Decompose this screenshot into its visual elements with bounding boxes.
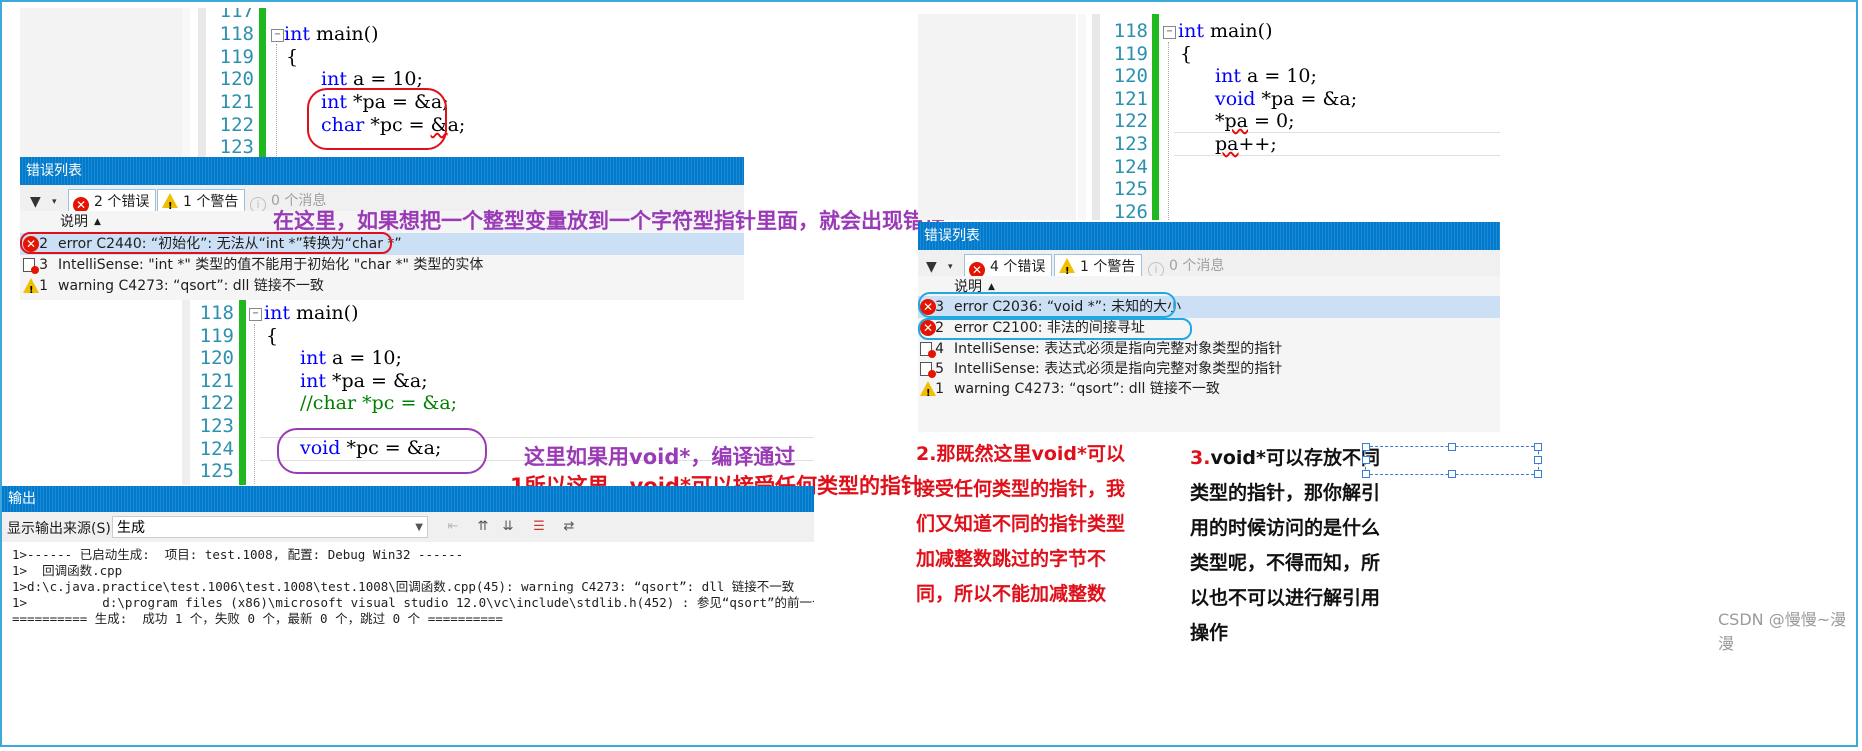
table-row[interactable]: 1 warning C4273: “qsort”: dll 链接不一致	[20, 275, 744, 300]
code-line: int a = 10;	[321, 68, 423, 90]
line-number: 120	[219, 68, 254, 90]
line-number: 123	[1113, 133, 1148, 155]
line-number: 122	[199, 392, 234, 414]
output-line: ========== 生成: 成功 1 个，失败 0 个，最新 0 个，跳过 0…	[12, 611, 503, 626]
code-line: int a = 10;	[1215, 65, 1317, 87]
collapse-icon[interactable]: −	[1163, 26, 1176, 39]
line-number: 124	[199, 438, 234, 460]
code-line: {	[286, 46, 299, 68]
change-margin	[239, 300, 246, 485]
change-margin	[1152, 14, 1159, 220]
resize-handle[interactable]	[1534, 443, 1542, 451]
line-number: 120	[199, 347, 234, 369]
code-line: void *pa = &a;	[1215, 88, 1358, 110]
code-line: *pa = 0;	[1215, 110, 1295, 132]
code-line: {	[1180, 43, 1193, 65]
filter-icon[interactable]: ▼	[30, 194, 41, 210]
resize-handle[interactable]	[1362, 443, 1370, 451]
chevron-down-icon[interactable]: ▾	[948, 262, 953, 272]
word-wrap-icon[interactable]: ⇄	[560, 518, 578, 536]
next-message-icon[interactable]: ⇊	[499, 518, 517, 536]
annotation-text: 这里如果用void*，编译通过	[524, 445, 796, 469]
error-list-title: 错误列表	[918, 222, 1500, 250]
chevron-down-icon: ▼	[415, 522, 423, 533]
collapse-icon[interactable]: −	[271, 29, 284, 42]
warning-icon	[162, 193, 178, 219]
output-title: 输出	[2, 486, 814, 512]
collapse-icon[interactable]: −	[249, 308, 262, 321]
line-number: 121	[199, 370, 234, 392]
line-number: 119	[1113, 43, 1148, 65]
table-row[interactable]: 3 IntelliSense: "int *" 类型的值不能用于初始化 "cha…	[20, 254, 744, 276]
code-editor-3[interactable]: 118 119 120 121 122 123 124 125 126 − in…	[918, 14, 1500, 220]
warnings-filter-button[interactable]: 1 个警告	[157, 189, 246, 219]
change-margin	[259, 8, 266, 158]
resize-handle[interactable]	[1534, 470, 1542, 478]
line-number: 124	[1113, 156, 1148, 178]
line-number: 121	[1113, 88, 1148, 110]
previous-message-icon[interactable]: ⇈	[474, 518, 492, 536]
note-2: 2.那既然这里void*可以 接受任何类型的指针，我 们又知道不同的指针类型 加…	[916, 443, 1126, 605]
line-number: 125	[199, 460, 234, 482]
line-number: 121	[219, 91, 254, 113]
resize-handle[interactable]	[1534, 456, 1542, 464]
errors-filter-button[interactable]: ✕ 4 个错误	[964, 254, 1053, 278]
resize-handle[interactable]	[1362, 470, 1370, 478]
clear-all-icon[interactable]: ☰	[530, 518, 548, 536]
line-number: 120	[1113, 65, 1148, 87]
line-number: 119	[219, 46, 254, 68]
note-3: 3.void*可以存放不同 类型的指针，那你解引 用的时候访问的是什么 类型呢，…	[1190, 447, 1381, 644]
output-text[interactable]: 1>------ 已启动生成: 项目: test.1008, 配置: Debug…	[2, 542, 814, 627]
goto-icon[interactable]: ⇤	[444, 518, 462, 536]
chevron-down-icon[interactable]: ▾	[52, 197, 57, 207]
line-number: 122	[219, 114, 254, 136]
line-number: 118	[1113, 20, 1148, 42]
output-source-label: 显示输出来源(S):	[7, 521, 116, 537]
highlight-oval-error	[20, 232, 392, 254]
table-row[interactable]: 4 IntelliSense: 表达式必须是指向完整对象类型的指针	[918, 338, 1500, 360]
code-line: int *pa = &a;	[300, 370, 428, 392]
highlight-oval-error	[918, 318, 1192, 340]
line-number: 123	[199, 415, 234, 437]
highlight-oval-void	[277, 428, 487, 474]
watermark: CSDN @慢慢~漫漫	[1718, 610, 1847, 653]
code-line: pa++;	[1215, 133, 1277, 155]
line-number: 118	[219, 23, 254, 45]
line-number: 119	[199, 325, 234, 347]
line-number: 118	[199, 302, 234, 324]
errors-filter-button[interactable]: ✕ 2 个错误	[68, 189, 157, 213]
code-line: //char *pc = &a;	[300, 392, 458, 414]
output-source-select[interactable]: 生成 ▼	[112, 516, 428, 538]
highlight-oval-code	[307, 88, 447, 150]
code-line: int main()	[284, 23, 379, 45]
resize-handle[interactable]	[1362, 456, 1370, 464]
line-number: 126	[1113, 201, 1148, 220]
output-panel: 输出 显示输出来源(S): 生成 ▼ ⇤ ⇈ ⇊ ☰ ⇄ 1>------ 已启…	[2, 486, 814, 627]
code-line: int main()	[264, 302, 359, 324]
line-number: 123	[219, 136, 254, 158]
filter-icon[interactable]: ▼	[926, 259, 937, 275]
sort-up-icon: ▲	[94, 217, 101, 227]
annotation-text: 在这里，如果想把一个整型变量放到一个字符型指针里面，就会出现错误。	[273, 209, 966, 233]
table-row[interactable]: 5 IntelliSense: 表达式必须是指向完整对象类型的指针	[918, 358, 1500, 380]
line-number: 117	[219, 8, 254, 22]
resize-handle[interactable]	[1448, 470, 1456, 478]
code-line: int main()	[1178, 20, 1273, 42]
resize-handle[interactable]	[1448, 443, 1456, 451]
highlight-oval-error	[918, 292, 1176, 318]
code-line: int a = 10;	[300, 347, 402, 369]
code-line: {	[266, 325, 279, 347]
warnings-filter-button[interactable]: 1 个警告	[1054, 254, 1143, 284]
warning-icon	[1059, 258, 1075, 284]
line-number: 125	[1113, 178, 1148, 200]
table-row[interactable]: 1 warning C4273: “qsort”: dll 链接不一致	[918, 378, 1500, 405]
messages-filter-button[interactable]: i0 个消息	[1144, 254, 1230, 278]
line-number: 122	[1113, 110, 1148, 132]
error-list-title: 错误列表	[20, 157, 744, 185]
